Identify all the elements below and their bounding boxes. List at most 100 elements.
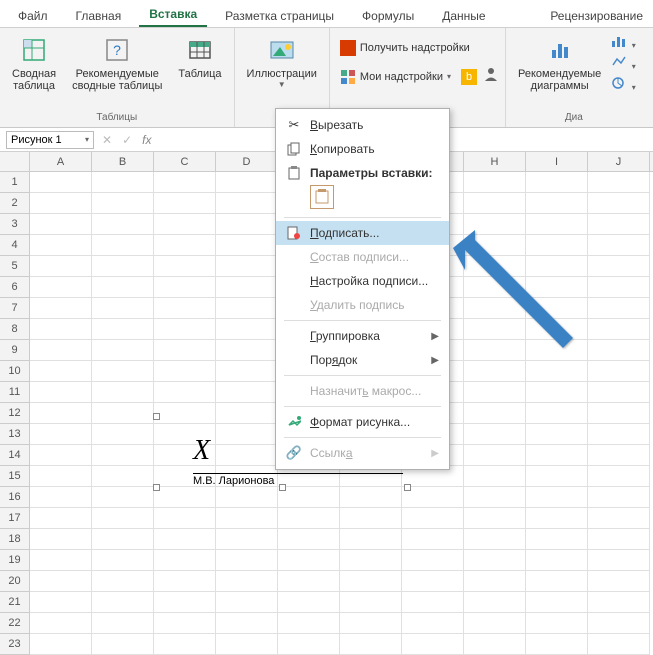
row-header[interactable]: 21 bbox=[0, 592, 30, 613]
tab-formulas[interactable]: Формулы bbox=[352, 5, 424, 27]
paste-option-button[interactable] bbox=[310, 185, 334, 209]
cell[interactable] bbox=[340, 487, 402, 508]
cell[interactable] bbox=[92, 592, 154, 613]
cell[interactable] bbox=[30, 424, 92, 445]
cell[interactable] bbox=[464, 214, 526, 235]
cell[interactable] bbox=[464, 571, 526, 592]
cell[interactable] bbox=[464, 382, 526, 403]
menu-format-picture[interactable]: Формат рисунка... bbox=[276, 410, 449, 434]
row-header[interactable]: 23 bbox=[0, 634, 30, 655]
menu-group[interactable]: Группировка ▶ bbox=[276, 324, 449, 348]
cell[interactable] bbox=[588, 256, 650, 277]
cell[interactable] bbox=[92, 172, 154, 193]
cell[interactable] bbox=[154, 361, 216, 382]
cell[interactable] bbox=[526, 382, 588, 403]
cell[interactable] bbox=[464, 487, 526, 508]
cell[interactable] bbox=[526, 277, 588, 298]
cell[interactable] bbox=[278, 571, 340, 592]
cell[interactable] bbox=[402, 592, 464, 613]
menu-order[interactable]: Порядок ▶ bbox=[276, 348, 449, 372]
cell[interactable] bbox=[402, 508, 464, 529]
cell[interactable] bbox=[216, 571, 278, 592]
cell[interactable] bbox=[154, 277, 216, 298]
fx-icon[interactable]: fx bbox=[142, 133, 151, 147]
cell[interactable] bbox=[216, 634, 278, 655]
cell[interactable] bbox=[92, 550, 154, 571]
cell[interactable] bbox=[92, 214, 154, 235]
cell[interactable] bbox=[92, 466, 154, 487]
cell[interactable] bbox=[588, 277, 650, 298]
cell[interactable] bbox=[30, 508, 92, 529]
cell[interactable] bbox=[216, 256, 278, 277]
cell[interactable] bbox=[30, 340, 92, 361]
cell[interactable] bbox=[340, 508, 402, 529]
column-header[interactable]: J bbox=[588, 152, 650, 171]
cell[interactable] bbox=[92, 445, 154, 466]
tab-data[interactable]: Данные bbox=[432, 5, 495, 27]
cell[interactable] bbox=[92, 424, 154, 445]
cell[interactable] bbox=[588, 571, 650, 592]
cell[interactable] bbox=[464, 634, 526, 655]
cell[interactable] bbox=[526, 235, 588, 256]
cell[interactable] bbox=[30, 382, 92, 403]
cell[interactable] bbox=[402, 571, 464, 592]
row-header[interactable]: 1 bbox=[0, 172, 30, 193]
cell[interactable] bbox=[154, 529, 216, 550]
cell[interactable] bbox=[588, 550, 650, 571]
cell[interactable] bbox=[340, 529, 402, 550]
cell[interactable] bbox=[216, 361, 278, 382]
select-all-corner[interactable] bbox=[0, 152, 30, 171]
enter-icon[interactable]: ✓ bbox=[122, 133, 132, 147]
cell[interactable] bbox=[154, 235, 216, 256]
row-header[interactable]: 12 bbox=[0, 403, 30, 424]
cell[interactable] bbox=[30, 634, 92, 655]
menu-copy[interactable]: Копировать bbox=[276, 137, 449, 161]
cell[interactable] bbox=[92, 298, 154, 319]
cell[interactable] bbox=[526, 214, 588, 235]
cell[interactable] bbox=[588, 508, 650, 529]
cell[interactable] bbox=[588, 235, 650, 256]
row-header[interactable]: 18 bbox=[0, 529, 30, 550]
cell[interactable] bbox=[340, 592, 402, 613]
row-header[interactable]: 13 bbox=[0, 424, 30, 445]
row-header[interactable]: 22 bbox=[0, 613, 30, 634]
row-header[interactable]: 7 bbox=[0, 298, 30, 319]
cell[interactable] bbox=[92, 361, 154, 382]
cell[interactable] bbox=[526, 529, 588, 550]
cell[interactable] bbox=[154, 508, 216, 529]
cell[interactable] bbox=[526, 613, 588, 634]
cell[interactable] bbox=[92, 403, 154, 424]
cell[interactable] bbox=[278, 487, 340, 508]
cell[interactable] bbox=[92, 487, 154, 508]
cell[interactable] bbox=[30, 592, 92, 613]
cell[interactable] bbox=[30, 445, 92, 466]
row-header[interactable]: 20 bbox=[0, 571, 30, 592]
recommended-pivot-button[interactable]: ? Рекомендуемые сводные таблицы bbox=[66, 32, 168, 94]
menu-sign[interactable]: Подписать... bbox=[276, 221, 449, 245]
cell[interactable] bbox=[278, 592, 340, 613]
cell[interactable] bbox=[526, 403, 588, 424]
cell[interactable] bbox=[526, 634, 588, 655]
row-header[interactable]: 6 bbox=[0, 277, 30, 298]
cell[interactable] bbox=[92, 193, 154, 214]
cell[interactable] bbox=[526, 445, 588, 466]
cell[interactable] bbox=[588, 361, 650, 382]
cell[interactable] bbox=[154, 214, 216, 235]
cell[interactable] bbox=[464, 613, 526, 634]
cell[interactable] bbox=[154, 319, 216, 340]
cell[interactable] bbox=[340, 613, 402, 634]
my-addins-button[interactable]: Мои надстройки ▾ bbox=[336, 67, 455, 87]
tab-review[interactable]: Рецензирование bbox=[540, 5, 653, 27]
cell[interactable] bbox=[588, 529, 650, 550]
row-header[interactable]: 8 bbox=[0, 319, 30, 340]
cell[interactable] bbox=[340, 571, 402, 592]
cell[interactable] bbox=[526, 424, 588, 445]
cell[interactable] bbox=[216, 277, 278, 298]
cell[interactable] bbox=[216, 382, 278, 403]
cell[interactable] bbox=[216, 298, 278, 319]
cell[interactable] bbox=[30, 571, 92, 592]
cell[interactable] bbox=[464, 592, 526, 613]
cell[interactable] bbox=[92, 508, 154, 529]
cell[interactable] bbox=[464, 172, 526, 193]
cell[interactable] bbox=[30, 403, 92, 424]
